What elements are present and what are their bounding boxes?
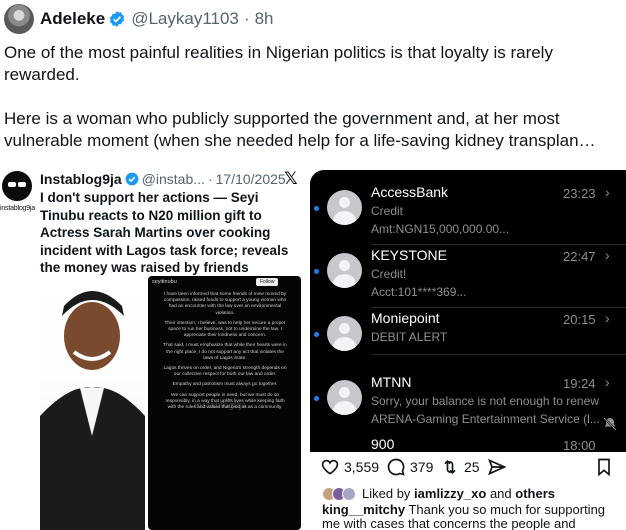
tweet-text: One of the most painful realities in Nig… (4, 42, 604, 152)
ig-username: seyitinubu (152, 279, 177, 285)
notification-time: 22:47 (563, 249, 596, 264)
chevron-right-icon: › (605, 247, 610, 263)
bank-alerts-screenshot[interactable]: AccessBank 23:23 › Credit Amt:NGN15,000,… (310, 170, 626, 452)
heart-icon (321, 459, 339, 475)
notification-line: Credit! (371, 267, 407, 281)
notification-line: Sorry, your balance is not enough to ren… (371, 394, 599, 408)
contact-avatar-icon (327, 190, 362, 225)
notification-time: 23:23 (563, 186, 596, 201)
tweet-header: Adeleke @Laykay1103 · 8h (0, 4, 273, 34)
ig-follow-button: Follow (256, 278, 279, 286)
caption-comment: king__mitchy Thank you so much for suppo… (322, 503, 622, 530)
contact-avatar-icon (327, 316, 362, 351)
notification-sender: 900 (371, 436, 395, 452)
embed-author-handle[interactable]: @instab... (142, 171, 205, 187)
avatar (342, 486, 356, 501)
chevron-right-icon: › (605, 374, 610, 390)
unread-dot-icon (314, 396, 319, 401)
repost-icon (444, 459, 456, 475)
unread-dot-icon (314, 269, 319, 274)
liked-by-prefix: Liked by (362, 486, 411, 501)
watermark: instablog9ja (194, 400, 247, 410)
post-time[interactable]: 8h (255, 9, 274, 29)
notification-sender: MTNN (371, 374, 412, 390)
send-icon (488, 458, 507, 476)
notification-time: 19:24 (563, 376, 596, 391)
liker-avatars (322, 486, 358, 501)
comment-button[interactable]: 379 (386, 457, 433, 477)
notification-row: KEYSTONE 22:47 › Credit! Acct:101****369… (310, 233, 626, 308)
verified-badge-icon (110, 11, 125, 27)
notification-line: DEBIT ALERT (371, 330, 448, 344)
chevron-right-icon: › (605, 310, 610, 326)
ig-paragraph: Their intention, I believe, was to help … (164, 320, 286, 339)
chevron-right-icon: › (605, 184, 610, 200)
comment-username[interactable]: king__mitchy (322, 502, 405, 517)
comment-count: 379 (410, 459, 434, 475)
action-bar: 3,559 379 25 (0, 457, 626, 479)
liked-by-and: and (489, 486, 512, 501)
notification-line: Credit (371, 204, 404, 218)
mute-bell-icon (603, 417, 617, 431)
embed-headline: I don't support her actions — Seyi Tinub… (40, 190, 289, 275)
share-button[interactable] (487, 457, 507, 477)
ig-paragraph: Empathy and patriotism must always go to… (172, 382, 278, 388)
ig-statement-text: I have been informed that some friends o… (162, 292, 288, 415)
embed-date[interactable]: 17/10/2025 (216, 171, 286, 187)
notification-sender: KEYSTONE (371, 247, 447, 263)
notification-row: AccessBank 23:23 › Credit Amt:NGN15,000,… (310, 170, 626, 245)
avatar[interactable] (4, 4, 34, 34)
like-button[interactable]: 3,559 (320, 457, 379, 477)
display-name[interactable]: Adeleke (40, 9, 105, 29)
instablog-logo-label: instablog9ja (0, 205, 35, 212)
contact-avatar-icon (327, 253, 362, 288)
comment-icon (387, 458, 405, 476)
notification-row: 900 18:00 (310, 422, 626, 452)
ig-paragraph: Lagos thrives on order, and Nigeria's st… (163, 366, 287, 378)
tweet-paragraph-1: One of the most painful realities in Nig… (4, 43, 553, 84)
portrait-photo[interactable] (40, 276, 145, 530)
liked-by: Liked by iamlizzy_xo and others (322, 486, 555, 501)
ig-paragraph: That said, I must emphasize that while t… (163, 343, 287, 361)
notification-time: 20:15 (563, 312, 596, 327)
contact-avatar-icon (327, 380, 362, 415)
separator-dot: · (207, 171, 213, 187)
save-button[interactable] (594, 457, 614, 477)
notification-sender: Moniepoint (371, 310, 440, 326)
notification-sender: AccessBank (371, 184, 449, 200)
notification-row: Moniepoint 20:15 › DEBIT ALERT (310, 296, 626, 356)
tweet-paragraph-2: Here is a woman who publicly supported t… (4, 109, 596, 150)
notification-row: MTNN 19:24 › Sorry, your balance is not … (310, 360, 626, 426)
notification-time: 18:00 (563, 438, 596, 452)
ig-paragraph: I have been informed that some friends o… (163, 292, 287, 316)
instagram-statement-screenshot[interactable]: seyitinubu Follow I have been informed t… (148, 276, 301, 530)
separator-dot: · (243, 9, 250, 28)
verified-badge-icon (125, 172, 139, 186)
embed-header: Instablog9ja @instab... · 17/10/2025 (40, 171, 286, 187)
repost-button[interactable]: 25 (440, 457, 480, 477)
bookmark-icon (598, 458, 610, 477)
embed-author-name[interactable]: Instablog9ja (40, 171, 122, 187)
unread-dot-icon (314, 206, 319, 211)
like-count: 3,559 (344, 459, 380, 475)
instablog-logo: instablog9ja (0, 171, 35, 212)
x-logo-icon: 𝕏 (284, 169, 298, 188)
user-handle[interactable]: @Laykay1103 (131, 9, 239, 29)
liked-by-user[interactable]: iamlizzy_xo (414, 486, 486, 501)
repost-count: 25 (464, 459, 480, 475)
liked-by-others[interactable]: others (515, 486, 555, 501)
unread-dot-icon (314, 332, 319, 337)
